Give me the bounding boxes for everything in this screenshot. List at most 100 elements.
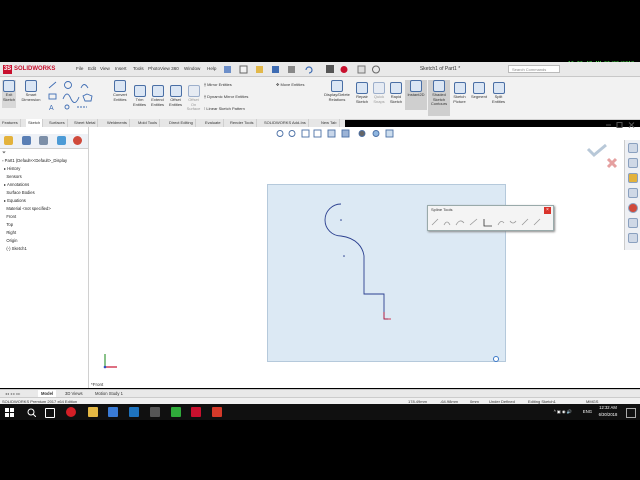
segment-icon [473,82,485,94]
trim-entities-button[interactable]: Trim Entities [131,85,148,107]
dimxpert-icon[interactable] [57,136,66,145]
tab-sketch[interactable]: Sketch [26,119,44,127]
tree-root[interactable]: ▫ Part1 (Default<<Default>_Display [2,158,67,163]
tab-mold-tools[interactable]: Mold Tools [136,119,161,127]
relations-icon [331,80,343,92]
tray-icons[interactable]: ^ ▣ ◉ 🔊 [554,409,572,415]
solidworks-logo[interactable]: 3S SOLIDWORKS [3,63,65,75]
extend-entities-button[interactable]: Extend Entities [149,85,166,107]
search-input[interactable]: Search Commands [508,65,560,73]
spline-tools-toolbar[interactable]: Spline Tools × [427,205,554,231]
convert-entities-button[interactable]: Convert Entities [110,80,130,102]
quick-snaps-button[interactable]: Quick Snaps [371,82,387,104]
file-explorer-taskbar-icon[interactable] [88,407,98,417]
property-manager-icon[interactable] [22,136,31,145]
tab-features[interactable]: Features [0,119,21,127]
quick-access-toolbar[interactable] [222,64,392,75]
sketch-picture-button[interactable]: Sketch Picture [451,82,468,104]
repair-sketch-button[interactable]: Repair Sketch [354,82,370,104]
menu-tools[interactable]: Tools [133,66,144,71]
display-manager-icon[interactable] [73,136,82,145]
hide-show-icon [358,130,366,137]
rapid-sketch-icon [390,82,402,94]
menu-file[interactable]: File [76,66,83,71]
tab-new[interactable]: New Tab [319,119,340,127]
menu-edit[interactable]: Edit [88,66,96,71]
recorder-icon[interactable] [212,407,222,417]
notification-icon[interactable] [626,408,636,418]
taskbar-time[interactable]: 12:32 AM [594,405,622,410]
offset-entities-button[interactable]: Offset Entities [167,85,184,107]
tree-item-right-plane[interactable]: Right [4,230,16,235]
tab-sheet-metal[interactable]: Sheet Metal [72,119,99,127]
language-indicator[interactable]: ENG [583,409,592,414]
photos-icon[interactable] [150,407,160,417]
menu-photoview[interactable]: PhotoView 360 [148,66,179,71]
view-palette-icon[interactable] [628,188,638,198]
design-library-icon[interactable] [628,158,638,168]
tree-item-front-plane[interactable]: Front [4,214,16,219]
tab-evaluate[interactable]: Evaluate [203,119,224,127]
tab-surfaces[interactable]: Surfaces [47,119,68,127]
exit-sketch-button[interactable]: Exit Sketch [2,80,16,108]
split-entities-button[interactable]: Split Entities [490,82,507,104]
move-entities-button[interactable]: ✥ Move Entities [276,82,304,87]
sketch-spline [324,203,388,320]
open-icon [256,66,263,73]
menu-view[interactable]: View [100,66,110,71]
custom-properties-icon[interactable] [628,218,638,228]
dynamic-mirror-button[interactable]: ⟠ Dynamic Mirror Entities [204,94,248,99]
view-label: *Front [91,382,104,387]
store-icon[interactable] [108,407,118,417]
window-controls[interactable] [604,121,638,129]
new-icon [239,65,248,74]
menu-insert[interactable]: Insert [115,66,127,71]
tab-weldments[interactable]: Weldments [105,119,130,127]
tree-item-surface-bodies[interactable]: Surface Bodies [4,190,34,195]
segment-button[interactable]: Segment [469,82,489,100]
tree-item-material[interactable]: Material <not specified> [4,206,50,211]
display-delete-relations-button[interactable]: Display/Delete Relations [322,80,352,102]
menu-help[interactable]: Help [207,66,216,71]
offset-on-surface-button[interactable]: Offset On Surface [185,85,202,112]
solidworks-taskbar-icon[interactable] [191,407,201,417]
tree-item-equations[interactable]: ▸ Equations [4,198,26,203]
confirmation-corner[interactable] [584,143,620,171]
tab-render-tools[interactable]: Render Tools [228,119,257,127]
tree-item-annotations[interactable]: ▸ Annotations [4,182,29,187]
configuration-manager-icon[interactable] [39,136,48,145]
heads-up-view-toolbar[interactable] [274,128,404,139]
resources-icon[interactable] [628,143,638,153]
filter-icon[interactable]: ⏷ [2,150,6,156]
opera-icon[interactable] [66,407,76,417]
tree-item-sensors[interactable]: Sensors [4,174,21,179]
screen-background [0,0,640,59]
taskbar-date[interactable]: 6/30/2018 [594,412,622,417]
tree-item-history[interactable]: ▸ History [4,166,20,171]
tree-item-sketch1[interactable]: (-) Sketch1 [4,246,26,251]
picture-icon [453,82,466,94]
camtasia-icon[interactable] [171,407,181,417]
spline-tools-close-button[interactable]: × [544,207,551,214]
tree-item-origin[interactable]: Origin [4,238,17,243]
tab-direct-editing[interactable]: Direct Editing [167,119,196,127]
appearances-icon[interactable] [628,203,638,213]
tree-item-top-plane[interactable]: Top [4,222,13,227]
spline-tool-icons[interactable] [430,217,550,228]
tab-addins[interactable]: SOLIDWORKS Add-Ins [262,119,309,127]
search-icon[interactable] [27,408,36,417]
smart-dimension-button[interactable]: Smart Dimension [20,80,42,102]
sketch-entity-tools[interactable]: A [47,80,107,112]
instant2d-button[interactable]: Instant2D [405,80,427,110]
menu-window[interactable]: Window [184,66,200,71]
task-view-icon[interactable] [45,408,55,418]
mail-icon[interactable] [129,407,139,417]
rapid-sketch-button[interactable]: Rapid Sketch [388,82,404,104]
shaded-contours-button[interactable]: Shaded Sketch Contours [428,80,450,116]
linear-pattern-button[interactable]: ⁝ Linear Sketch Pattern [204,106,245,111]
file-explorer-icon[interactable] [628,173,638,183]
forum-icon[interactable] [628,233,638,243]
feature-manager-icon[interactable] [4,136,13,145]
mirror-entities-button[interactable]: ⟠ Mirror Entities [204,82,232,87]
windows-start-icon[interactable] [5,408,14,417]
